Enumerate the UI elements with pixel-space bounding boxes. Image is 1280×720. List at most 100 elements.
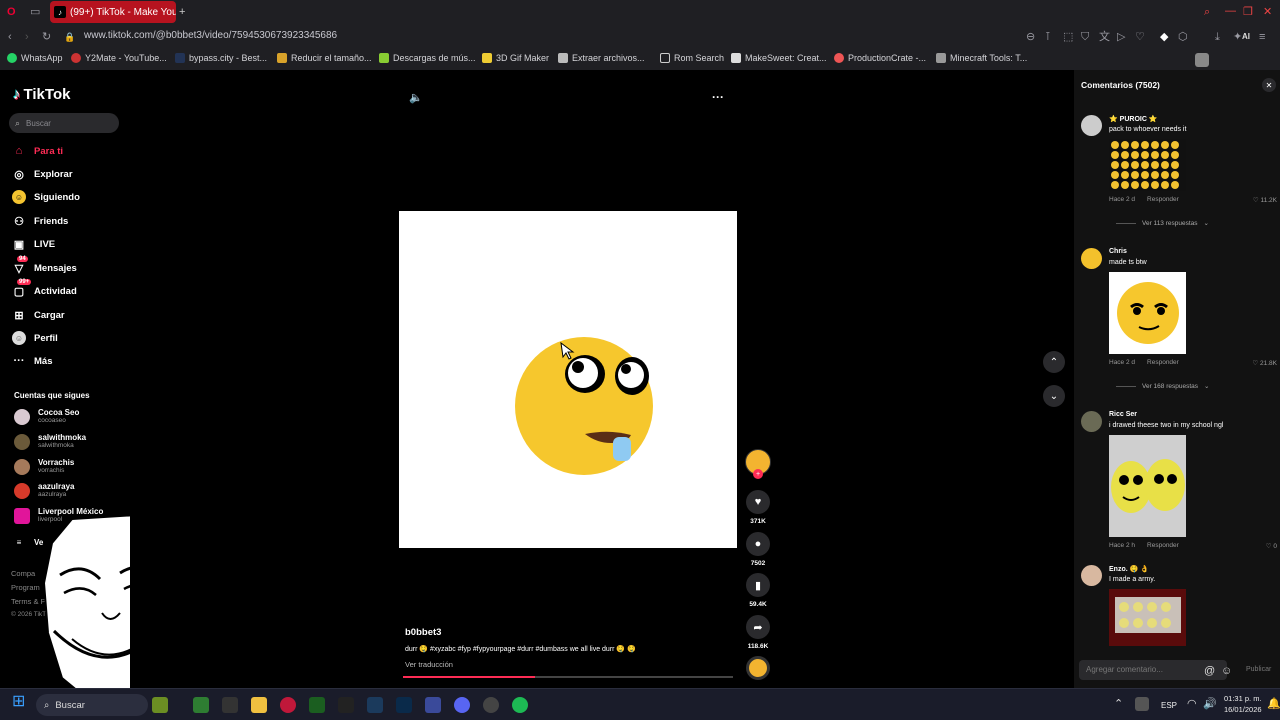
view-replies-button[interactable]: Ver 113 respuestas ⌄ <box>1116 219 1209 227</box>
reload-icon[interactable]: ↻ <box>42 31 51 43</box>
terminal-icon[interactable] <box>222 697 238 713</box>
following-account[interactable]: Cocoa Seo cocoaseo <box>14 408 79 425</box>
ai-button[interactable]: AI <box>1242 31 1250 43</box>
comment-likes[interactable]: ♡ 11.2K <box>1253 196 1277 204</box>
taskbar-search[interactable]: ⌕ Buscar <box>36 694 148 716</box>
avatar[interactable] <box>1081 565 1102 586</box>
spotify-icon[interactable] <box>512 697 528 713</box>
player-icon[interactable]: ▷ <box>1117 31 1125 43</box>
sound-disc[interactable] <box>745 656 771 680</box>
bookmark[interactable]: ProductionCrate -... <box>834 53 926 63</box>
comment-image[interactable] <box>1109 435 1186 537</box>
workspaces-icon[interactable]: ▭ <box>30 6 40 18</box>
nav-item-para-ti[interactable]: ⌂ Para ti <box>12 144 63 158</box>
vegas-icon[interactable] <box>309 697 325 713</box>
wifi-icon[interactable]: ◠ <box>1187 698 1197 710</box>
comment-author[interactable]: ⭐ PUROIC ⭐ <box>1109 115 1158 123</box>
footer-link[interactable]: Terms & P <box>11 597 46 606</box>
comment-image[interactable] <box>1109 272 1186 354</box>
zoom-icon[interactable]: ⊖ <box>1026 31 1035 43</box>
bookmark[interactable]: WhatsApp <box>7 53 63 63</box>
video-player[interactable] <box>399 211 737 548</box>
comment-likes[interactable]: ♡ 0 <box>1266 542 1277 550</box>
follow-plus-icon[interactable]: + <box>753 469 763 479</box>
reply-button[interactable]: Responder <box>1147 542 1179 549</box>
volume-icon[interactable]: 🔊 <box>1203 698 1217 710</box>
tray-chevron-icon[interactable]: ⌃ <box>1114 698 1123 710</box>
epic-games-icon[interactable] <box>338 697 354 713</box>
nav-item-live[interactable]: ▣ LIVE <box>12 237 55 251</box>
maximize-icon[interactable]: ❐ <box>1243 6 1253 18</box>
reply-button[interactable]: Responder <box>1147 359 1179 366</box>
comment-image[interactable] <box>1109 589 1186 646</box>
snapshot-icon[interactable]: ⬚ <box>1063 31 1073 43</box>
previous-video-button[interactable]: ⌃ <box>1043 351 1065 373</box>
steam-icon[interactable] <box>367 697 383 713</box>
like-button[interactable]: ♥ 371K <box>745 490 771 525</box>
translate-icon[interactable]: 文 <box>1099 31 1110 43</box>
bookmark[interactable]: Extraer archivos... <box>558 53 645 63</box>
menu-icon[interactable]: ≡ <box>1259 31 1265 43</box>
nav-item-siguiendo[interactable]: ☺ Siguiendo <box>12 190 80 204</box>
video-author[interactable]: b0bbet3 <box>405 627 441 638</box>
publish-button[interactable]: Publicar <box>1246 666 1271 673</box>
mention-icon[interactable]: @ <box>1204 665 1215 677</box>
opera-gx-icon[interactable] <box>280 697 296 713</box>
search-tabs-icon[interactable]: ⌕ <box>1204 6 1210 18</box>
app-icon[interactable] <box>483 697 499 713</box>
comment-author[interactable]: Enzo. 🤤 👌 <box>1109 565 1149 573</box>
tiktok-logo[interactable]: ♪ TikTok <box>13 86 70 103</box>
bookmark[interactable]: Minecraft Tools: T... <box>936 53 1027 63</box>
close-window-icon[interactable]: ✕ <box>1263 6 1272 18</box>
following-account[interactable]: Vorrachis vorrachis <box>14 458 74 475</box>
search-input[interactable]: ⌕ Buscar <box>9 113 119 133</box>
new-tab-icon[interactable]: + <box>179 6 185 18</box>
video-progress[interactable] <box>403 676 733 678</box>
following-account[interactable]: aazulraya aazulraya <box>14 482 74 499</box>
chili-widget-icon[interactable] <box>152 697 168 713</box>
file-explorer-icon[interactable] <box>251 697 267 713</box>
nav-item-mensajes[interactable]: ▽ 94 Mensajes <box>12 256 77 275</box>
footer-link[interactable]: Program <box>11 583 40 592</box>
following-account[interactable]: salwithmoka salwithmoka <box>14 433 86 450</box>
emoji-pack-image[interactable] <box>1109 139 1186 191</box>
discord-icon[interactable] <box>454 697 470 713</box>
comment-author[interactable]: Ricc Ser <box>1109 411 1137 418</box>
bookmark[interactable]: bypass.city - Best... <box>175 53 267 63</box>
bookmark[interactable]: Reducir el tamaño... <box>277 53 372 63</box>
nav-item-mas[interactable]: ··· Más <box>12 354 53 368</box>
tab-tiktok[interactable]: ♪ (99+) TikTok - Make Your D × <box>50 1 176 23</box>
forward-icon[interactable]: › <box>25 31 29 43</box>
view-replies-button[interactable]: Ver 168 respuestas ⌄ <box>1116 382 1209 390</box>
opera-logo-icon[interactable]: O <box>7 6 16 18</box>
sparkle-icon[interactable]: ✦ <box>1233 31 1242 43</box>
extensions-icon[interactable]: ⬡ <box>1178 31 1188 43</box>
windows-start-icon[interactable]: ⊞ <box>12 694 25 710</box>
share-button[interactable]: ➦ 118.6K <box>745 615 771 650</box>
creator-avatar[interactable]: + <box>745 449 771 479</box>
emoji-icon[interactable]: ☺ <box>1221 665 1232 677</box>
url-field[interactable]: www.tiktok.com/@b0bbet3/video/7594530673… <box>84 30 337 41</box>
photoshop-icon[interactable] <box>396 697 412 713</box>
heart-icon[interactable]: ♡ <box>1135 31 1145 43</box>
avatar[interactable] <box>1081 411 1102 432</box>
footer-link[interactable]: Compa <box>11 569 35 578</box>
clock-time[interactable]: 01:31 p. m. <box>1224 694 1262 703</box>
avatar[interactable] <box>1081 248 1102 269</box>
nav-item-explorar[interactable]: ◎ Explorar <box>12 167 72 181</box>
back-icon[interactable]: ‹ <box>8 31 12 43</box>
avatar[interactable] <box>1081 115 1102 136</box>
save-button[interactable]: ▮ 59.4K <box>745 573 771 608</box>
close-comments-button[interactable]: ✕ <box>1262 78 1276 92</box>
notifications-icon[interactable]: 🔔 <box>1267 698 1280 710</box>
mute-icon[interactable]: 🔈 <box>409 90 423 104</box>
nav-item-actividad[interactable]: ▢ 99+ Actividad <box>12 279 77 298</box>
next-video-button[interactable]: ⌄ <box>1043 385 1065 407</box>
shield-icon[interactable]: ⛉ <box>1081 31 1089 43</box>
translate-link[interactable]: Ver traducción <box>405 660 453 669</box>
more-options-icon[interactable]: ··· <box>710 90 726 104</box>
clock-date[interactable]: 16/01/2026 <box>1224 705 1262 714</box>
comment-likes[interactable]: ♡ 21.8K <box>1252 359 1277 367</box>
download-icon[interactable]: ⤓ <box>1215 31 1220 43</box>
app-icon[interactable] <box>193 697 209 713</box>
